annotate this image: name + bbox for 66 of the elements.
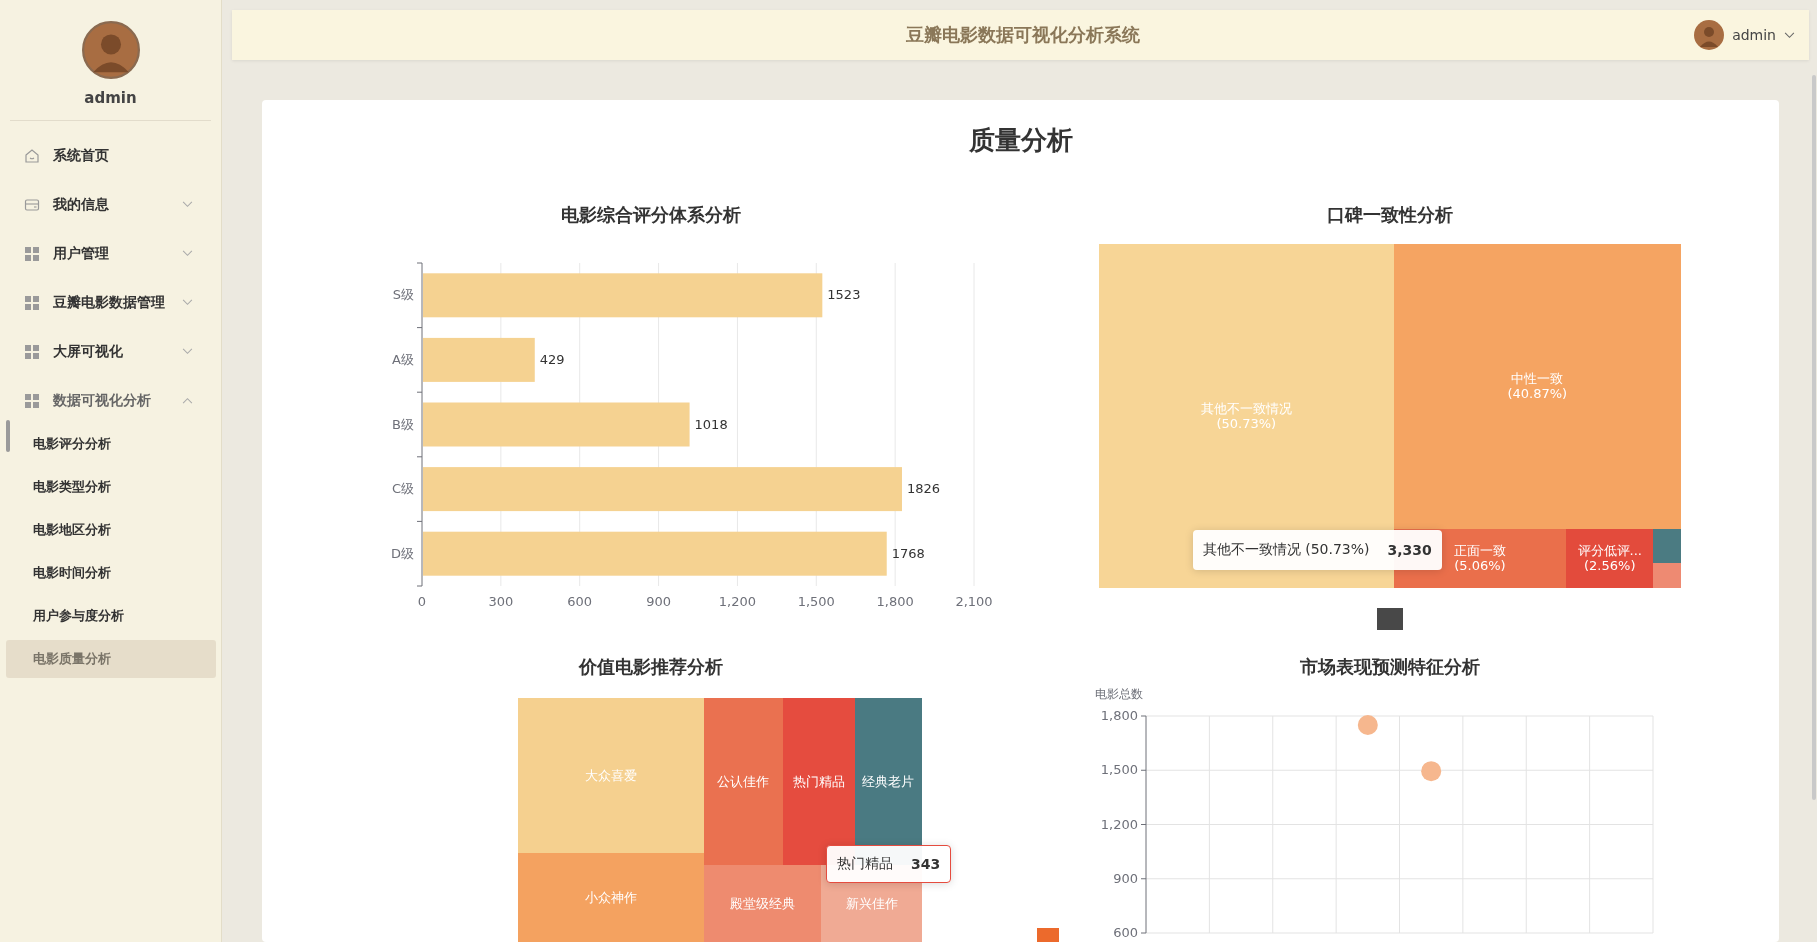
tick-label: 1,200 bbox=[719, 594, 757, 609]
card-icon bbox=[24, 196, 40, 213]
grid-icon bbox=[24, 294, 40, 311]
chart-title: 市场表现预测特征分析 bbox=[1299, 655, 1480, 679]
scrollbar-thumb[interactable] bbox=[6, 420, 10, 452]
tick-label: 1,500 bbox=[1100, 762, 1138, 778]
menu-item[interactable]: 大屏可视化 bbox=[6, 327, 221, 376]
submenu-item[interactable]: 电影时间分析 bbox=[6, 554, 216, 592]
axis-label: S级 bbox=[393, 287, 415, 303]
data-label: 1523 bbox=[827, 287, 861, 303]
data-label: 429 bbox=[540, 351, 565, 367]
chevron-down-icon bbox=[182, 250, 193, 257]
axis-title: 电影总数 bbox=[1094, 687, 1143, 701]
menu-item[interactable]: 用户管理 bbox=[6, 229, 221, 278]
treemap-cell[interactable] bbox=[1653, 528, 1681, 563]
data-label: 1768 bbox=[892, 545, 926, 561]
chevron-up-icon bbox=[182, 397, 193, 404]
axis-label: C级 bbox=[392, 481, 415, 497]
home-icon bbox=[24, 147, 40, 164]
submenu-item[interactable]: 用户参与度分析 bbox=[6, 597, 216, 635]
data-label: 1018 bbox=[694, 416, 728, 432]
axis-label: B级 bbox=[392, 416, 415, 432]
submenu-item[interactable]: 电影质量分析 bbox=[6, 640, 216, 678]
menu-item[interactable]: 系统首页 bbox=[6, 131, 221, 180]
tick-label: 2,100 bbox=[955, 594, 993, 609]
user-avatar[interactable] bbox=[1694, 20, 1725, 50]
axis-label: D级 bbox=[391, 545, 415, 561]
tick-label: 1,800 bbox=[876, 594, 914, 609]
tick-label: 600 bbox=[1112, 925, 1138, 940]
treemap-cell[interactable]: 评分低评... (2.56%) bbox=[1566, 528, 1654, 588]
grid-icon bbox=[24, 245, 40, 262]
page-title: 质量分析 bbox=[967, 124, 1074, 157]
breadcrumb-icon[interactable] bbox=[1376, 608, 1403, 630]
menu-item[interactable]: 我的信息 bbox=[6, 180, 221, 229]
grid-icon bbox=[24, 392, 40, 409]
tick-label: 1,200 bbox=[1100, 816, 1138, 832]
chart-title: 价值电影推荐分析 bbox=[579, 655, 724, 679]
axis-label: A级 bbox=[392, 351, 415, 367]
app-title: 豆瓣电影数据可视化分析系统 bbox=[905, 23, 1142, 47]
tick-label: 900 bbox=[1112, 870, 1138, 886]
tick-label: 1,500 bbox=[797, 594, 836, 609]
menu-item[interactable]: 豆瓣电影数据管理 bbox=[6, 278, 221, 327]
tooltip-label: 其他不一致情况 (50.73%) bbox=[1202, 541, 1370, 559]
chevron-down-icon bbox=[182, 348, 193, 355]
tick-label: 300 bbox=[488, 594, 514, 609]
chevron-down-icon bbox=[182, 201, 193, 208]
chart-title: 电影综合评分体系分析 bbox=[561, 203, 742, 227]
chart-title: 口碑一致性分析 bbox=[1326, 203, 1453, 227]
chevron-down-icon[interactable] bbox=[1784, 31, 1795, 39]
tick-label: 1,800 bbox=[1100, 708, 1138, 723]
treemap-cell[interactable]: 公认佳作 bbox=[703, 698, 783, 865]
tick-label: 0 bbox=[418, 594, 427, 609]
user-menu[interactable]: admin bbox=[1732, 27, 1776, 43]
username: admin bbox=[84, 89, 137, 107]
grid-icon bbox=[24, 343, 40, 360]
user-avatar bbox=[81, 21, 140, 79]
submenu-item[interactable]: 电影地区分析 bbox=[6, 511, 216, 549]
scrollbar[interactable] bbox=[1812, 75, 1816, 800]
treemap-cell[interactable] bbox=[1653, 562, 1681, 588]
tick-label: 600 bbox=[567, 594, 593, 609]
data-label: 1826 bbox=[907, 481, 941, 497]
submenu-item[interactable]: 电影类型分析 bbox=[6, 468, 216, 506]
tick-label: 900 bbox=[646, 594, 672, 609]
menu-item[interactable]: 数据可视化分析 bbox=[6, 376, 221, 425]
chevron-down-icon bbox=[182, 299, 193, 306]
submenu-item[interactable]: 电影评分分析 bbox=[6, 425, 216, 463]
